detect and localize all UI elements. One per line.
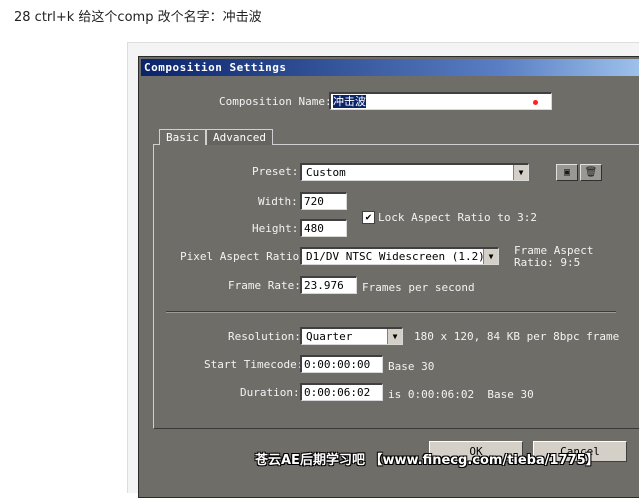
tab-advanced[interactable]: Advanced [206,129,273,145]
delete-preset-icon[interactable]: 🗑 [580,164,602,181]
composition-name-input[interactable]: 冲击波 [329,92,552,110]
width-label: Width: [258,195,298,208]
tab-basic[interactable]: Basic [159,129,207,145]
start-timecode-base: Base 30 [388,360,435,373]
lock-aspect-checkbox[interactable]: ✔ [362,211,375,224]
cursor-marker [533,100,538,105]
section-divider [166,311,616,313]
chevron-down-icon: ▼ [387,329,402,344]
basic-settings-panel: Preset: Custom ▼ ▣ 🗑 Width: 720 ✔ Lock A… [153,144,639,429]
composition-settings-dialog: Composition Settings Composition Name: 冲… [138,56,639,498]
frame-rate-unit: Frames per second [362,281,475,294]
width-input[interactable]: 720 [300,192,347,210]
resolution-label: Resolution: [228,330,301,343]
watermark-text: 苍云AE后期学习吧 【www.finecg.com/tieba/1775】 [255,453,599,468]
start-timecode-input[interactable]: 0:00:00:00 [300,355,383,373]
lock-aspect-label: Lock Aspect Ratio to 3:2 [378,211,537,224]
pixel-aspect-label: Pixel Aspect Ratio: [180,250,306,263]
chevron-down-icon: ▼ [513,165,528,180]
frame-aspect-line2: Ratio: 9:5 [514,256,581,269]
preset-label: Preset: [252,165,299,178]
chevron-down-icon: ▼ [483,249,498,264]
height-input[interactable]: 480 [300,219,347,237]
duration-input[interactable]: 0:00:06:02 [300,383,383,401]
save-preset-icon[interactable]: ▣ [556,164,578,181]
dialog-title: Composition Settings [141,59,639,76]
composition-name-label: Composition Name: [219,95,332,108]
preset-select[interactable]: Custom ▼ [300,163,529,181]
duration-info: is 0:00:06:02 Base 30 [388,388,534,401]
frame-rate-input[interactable]: 23.976 [300,276,357,294]
resolution-info: 180 x 120, 84 KB per 8bpc frame [414,330,620,343]
frame-rate-label: Frame Rate: [228,279,301,292]
height-label: Height: [252,222,299,235]
pixel-aspect-select[interactable]: D1/DV NTSC Widescreen (1.2) ▼ [300,247,499,265]
instruction-caption: 28 ctrl+k 给这个comp 改个名字：冲击波 [14,10,262,25]
duration-label: Duration: [240,386,300,399]
resolution-select[interactable]: Quarter ▼ [300,327,403,345]
start-timecode-label: Start Timecode: [204,358,304,371]
